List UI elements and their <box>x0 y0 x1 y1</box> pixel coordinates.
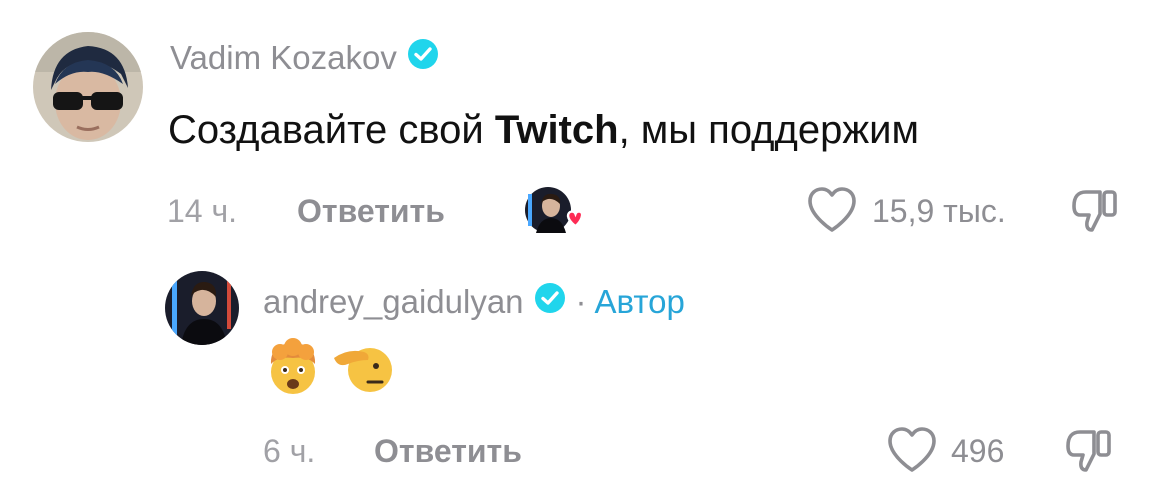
commenter-avatar-image <box>33 32 143 142</box>
thumbs-down-outline-icon <box>1066 430 1111 472</box>
reply-dislike-button[interactable] <box>1064 428 1114 474</box>
reply-username-row: andrey_gaidulyan · Автор <box>263 282 685 322</box>
reply-reply-button[interactable]: Ответить <box>374 433 522 470</box>
separator-dot: · <box>575 283 587 320</box>
comment-timestamp: 14 ч. <box>167 193 238 229</box>
reply-button[interactable]: Ответить <box>297 193 445 230</box>
reply-username[interactable]: andrey_gaidulyan <box>263 283 524 321</box>
dislike-button[interactable] <box>1070 188 1120 234</box>
verified-badge-icon <box>407 38 439 78</box>
creator-liked-icon <box>524 186 584 238</box>
exploding-head-emoji <box>270 338 316 394</box>
commenter-avatar[interactable] <box>33 32 143 142</box>
reply-author-avatar-image <box>165 271 239 345</box>
reply-emojis <box>264 338 392 396</box>
thumbs-down-outline-icon <box>1072 190 1117 232</box>
reply-timestamp: 6 ч. <box>263 433 316 469</box>
heart-outline-icon <box>888 427 936 472</box>
reply-author-avatar[interactable] <box>165 271 239 345</box>
verified-badge-icon <box>534 282 566 322</box>
like-count: 15,9 тыс. <box>872 193 1006 229</box>
reply-like-button[interactable] <box>886 426 938 474</box>
heart-outline-icon <box>808 187 856 232</box>
commenter-username[interactable]: Vadim Kozakov <box>170 39 397 77</box>
like-button[interactable] <box>806 186 858 234</box>
comment-text-suffix: , мы поддержим <box>618 108 919 152</box>
author-tag: Автор <box>594 283 685 320</box>
comment-text-bold: Twitch <box>494 108 619 152</box>
comment-text: Создавайте свой Twitch, мы поддержим <box>168 108 919 153</box>
reply-like-count: 496 <box>951 433 1005 469</box>
comment-text-prefix: Создавайте свой <box>168 108 495 152</box>
commenter-username-row: Vadim Kozakov <box>170 38 439 78</box>
saluting-face-emoji <box>334 348 392 392</box>
